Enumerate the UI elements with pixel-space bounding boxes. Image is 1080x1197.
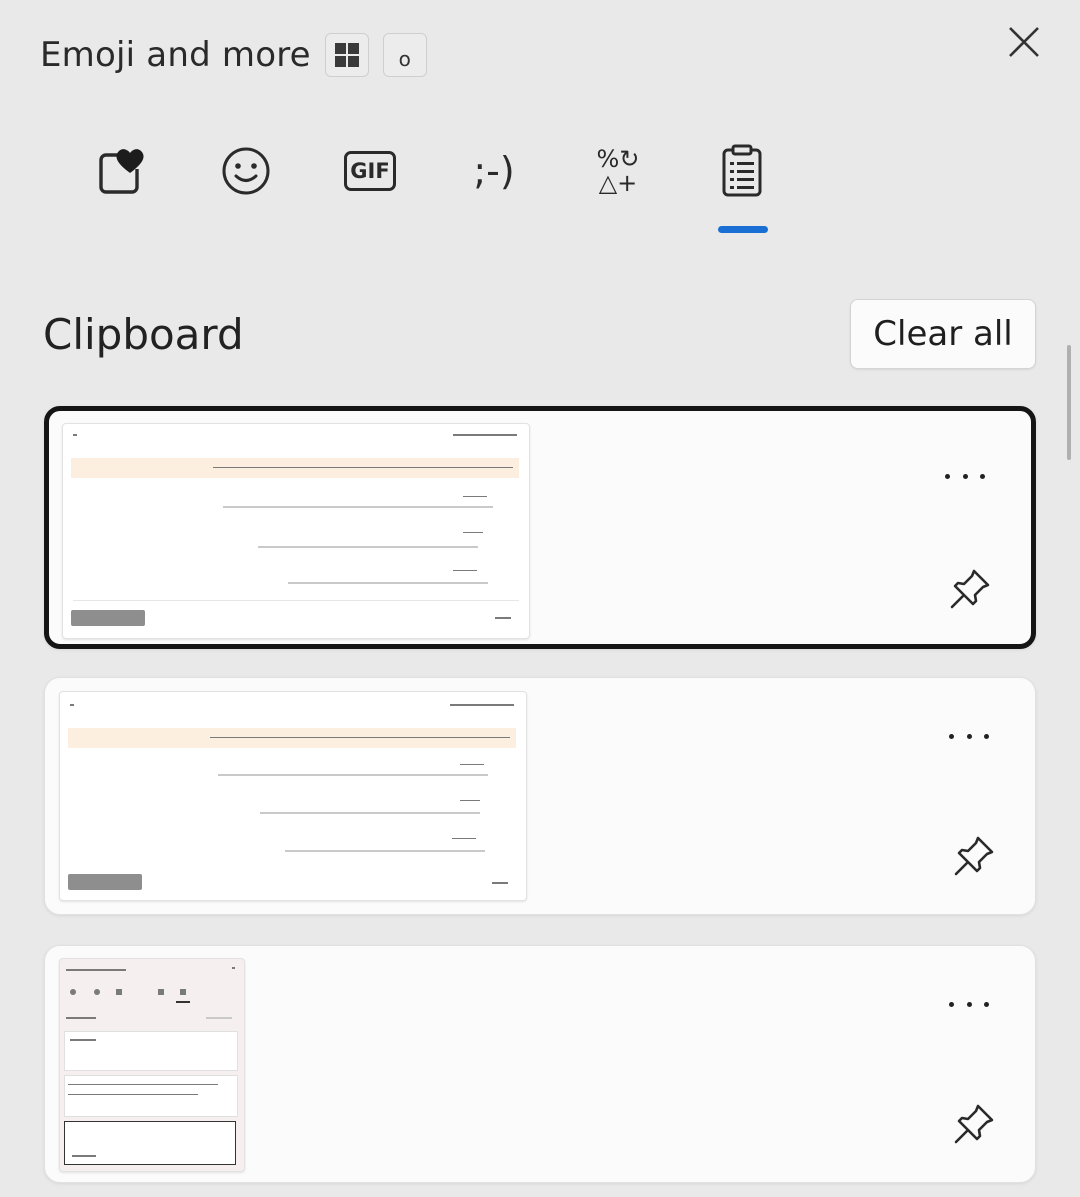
more-icon [949, 733, 954, 739]
symbols-icon-bottom: △+ [598, 169, 638, 197]
small-key-button[interactable]: o [382, 33, 427, 77]
pin-button[interactable] [947, 566, 993, 612]
clipboard-item[interactable] [44, 677, 1036, 915]
pin-icon [954, 1104, 994, 1144]
gif-icon-label: GIF [350, 159, 390, 183]
pin-button[interactable] [951, 1101, 997, 1147]
more-options-button[interactable] [945, 466, 985, 486]
more-icon [949, 1001, 954, 1007]
tab-favorites[interactable] [60, 135, 184, 207]
pin-icon [954, 836, 994, 876]
symbols-icon-top: %↻ [596, 145, 640, 173]
clipboard-title: Clipboard [43, 310, 244, 359]
clear-all-button[interactable]: Clear all [850, 299, 1036, 369]
more-options-button[interactable] [949, 726, 989, 746]
more-options-button[interactable] [949, 994, 989, 1014]
gif-icon: GIF [344, 151, 396, 191]
heart-square-icon [99, 149, 144, 194]
view-toggle-button[interactable] [324, 33, 369, 77]
category-tabs: GIF ;-) %↻ △+ [60, 135, 804, 233]
clipboard-icon [722, 144, 762, 197]
clipboard-item-thumbnail [59, 958, 245, 1172]
grid-icon [334, 43, 359, 67]
pin-icon [950, 569, 990, 609]
kaomoji-icon: ;-) [473, 149, 515, 193]
smiley-icon [222, 147, 270, 195]
clipboard-item-thumbnail [59, 691, 527, 901]
tab-symbols[interactable]: %↻ △+ [556, 135, 680, 207]
pin-button[interactable] [951, 833, 997, 879]
tab-kaomoji[interactable]: ;-) [432, 135, 556, 207]
close-button[interactable] [1004, 22, 1044, 62]
tab-emoji[interactable] [184, 135, 308, 207]
small-key-glyph: o [398, 47, 411, 71]
close-icon [1009, 27, 1039, 57]
tab-gif[interactable]: GIF [308, 135, 432, 207]
tab-clipboard[interactable] [680, 135, 804, 233]
scrollbar-thumb[interactable] [1067, 345, 1071, 460]
clipboard-item[interactable] [44, 406, 1036, 649]
clipboard-item[interactable] [44, 945, 1036, 1183]
panel-title: Emoji and more [40, 35, 311, 75]
panel-header: Emoji and more o [40, 30, 427, 80]
symbols-icon: %↻ △+ [597, 147, 640, 195]
more-icon [945, 473, 950, 479]
clipboard-item-thumbnail [62, 423, 530, 639]
